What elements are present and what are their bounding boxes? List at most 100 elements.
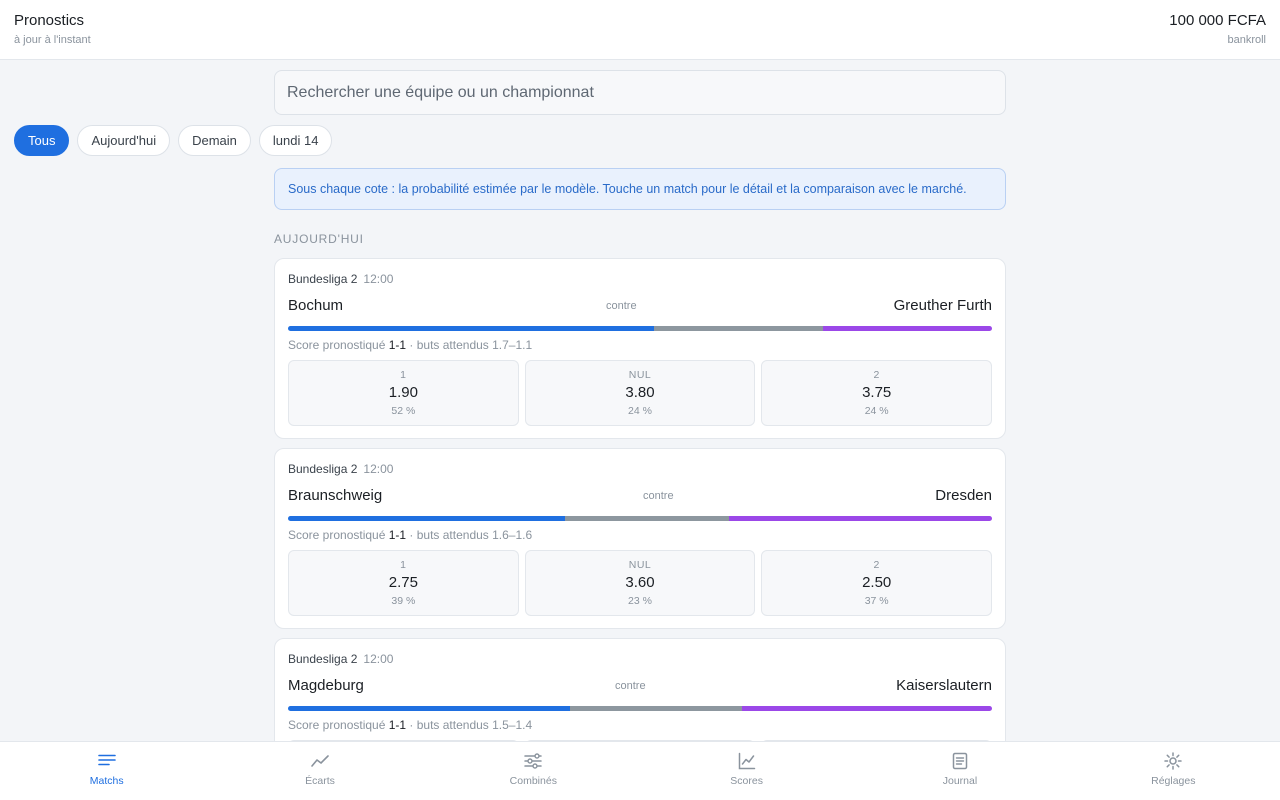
odds-away[interactable]: 2 3.75 24 % <box>761 360 993 426</box>
versus-label: contre <box>615 680 646 692</box>
nav-scores[interactable]: Scores <box>640 742 853 800</box>
probability-draw-segment <box>569 706 743 711</box>
search-input[interactable] <box>274 70 1006 115</box>
away-team: Dresden <box>935 487 992 504</box>
nav-combos[interactable]: Combinés <box>427 742 640 800</box>
odds-row: 1 2.75 39 % NUL 3.60 23 % 2 2.50 37 % <box>288 550 993 616</box>
chart-icon <box>738 752 755 770</box>
odds-label: 1 <box>400 559 407 571</box>
kickoff-time: 12:00 <box>363 272 394 286</box>
match-meta: Bundesliga 2 12:00 <box>288 272 393 286</box>
journal-icon <box>952 752 968 770</box>
away-team: Greuther Furth <box>893 297 992 314</box>
match-meta: Bundesliga 2 12:00 <box>288 652 393 666</box>
odds-label: NUL <box>628 559 652 571</box>
nav-label: Réglages <box>1151 775 1196 787</box>
predicted-score: 1-1 <box>388 528 407 542</box>
bankroll-label: bankroll <box>1227 34 1266 46</box>
odds-label: NUL <box>628 369 652 381</box>
matches-icon <box>97 754 116 766</box>
probability-away-segment <box>728 516 992 521</box>
filter-chip-monday[interactable]: lundi 14 <box>258 125 333 156</box>
odds-label: 2 <box>873 559 880 571</box>
odds-row: 1 1.90 52 % NUL 3.80 24 % 2 3.75 24 % <box>288 360 993 426</box>
probability-draw-segment <box>565 516 729 521</box>
predicted-score-line: Score pronostiqué 1-1 · buts attendus 1.… <box>288 338 532 352</box>
odds-probability: 52 % <box>391 405 416 417</box>
probability-bar <box>288 706 992 711</box>
probability-bar <box>288 516 992 521</box>
probability-away-segment <box>823 326 992 331</box>
odds-label: 2 <box>873 369 880 381</box>
filter-chip-all[interactable]: Tous <box>14 125 70 156</box>
prediction-prefix: Score pronostiqué <box>288 338 389 352</box>
settings-icon <box>1164 752 1183 770</box>
nav-label: Scores <box>730 775 763 787</box>
odds-probability: 24 % <box>628 405 652 417</box>
nav-label: Journal <box>942 775 978 787</box>
probability-bar <box>288 326 992 331</box>
prediction-prefix: Score pronostiqué <box>288 528 389 542</box>
odds-probability: 37 % <box>864 595 889 607</box>
section-label-today: AUJOURD'HUI <box>274 232 364 246</box>
odds-value: 1.90 <box>388 384 418 401</box>
odds-value: 2.75 <box>388 574 418 591</box>
trend-icon <box>311 755 329 767</box>
bottom-nav: Matchs Écarts Combinés Scores Journal Ré… <box>0 741 1280 800</box>
expected-goals: · buts attendus 1.5–1.4 <box>406 718 533 732</box>
bankroll-amount: 100 000 FCFA <box>1169 12 1266 29</box>
odds-draw[interactable]: NUL 3.80 24 % <box>524 360 756 426</box>
nav-label: Matchs <box>89 775 124 787</box>
nav-label: Écarts <box>305 775 335 787</box>
odds-value: 3.80 <box>625 384 655 401</box>
league-name: Bundesliga 2 <box>288 652 358 666</box>
app-title: Pronostics <box>14 12 85 29</box>
odds-value: 3.60 <box>625 574 655 591</box>
odds-away[interactable]: 2 2.50 37 % <box>761 550 993 616</box>
expected-goals: · buts attendus 1.7–1.1 <box>406 338 533 352</box>
predicted-score: 1-1 <box>388 338 407 352</box>
update-status: à jour à l'instant <box>14 34 91 46</box>
league-name: Bundesliga 2 <box>288 272 358 286</box>
predicted-score: 1-1 <box>388 718 407 732</box>
odds-draw[interactable]: NUL 3.60 23 % <box>524 550 756 616</box>
match-card[interactable]: Bundesliga 2 12:00 Braunschweig contre Dr… <box>274 448 1006 629</box>
versus-label: contre <box>606 300 637 312</box>
match-meta: Bundesliga 2 12:00 <box>288 462 393 476</box>
home-team: Magdeburg <box>288 677 364 694</box>
prediction-prefix: Score pronostiqué <box>288 718 389 732</box>
match-card[interactable]: Bundesliga 2 12:00 Magdeburg contre Kaise… <box>274 638 1006 741</box>
match-card[interactable]: Bundesliga 2 12:00 Bochum contre Greuther… <box>274 258 1006 439</box>
sliders-icon <box>524 753 543 769</box>
kickoff-time: 12:00 <box>363 462 394 476</box>
probability-home-segment <box>288 326 655 331</box>
versus-label: contre <box>643 490 674 502</box>
match-list-view[interactable]: Tous Aujourd'hui Demain lundi 14 Sous ch… <box>0 60 1280 741</box>
odds-label: 1 <box>400 369 407 381</box>
probability-draw-segment <box>654 326 824 331</box>
probability-away-segment <box>742 706 992 711</box>
odds-probability: 23 % <box>628 595 652 607</box>
kickoff-time: 12:00 <box>363 652 394 666</box>
predicted-score-line: Score pronostiqué 1-1 · buts attendus 1.… <box>288 528 532 542</box>
away-team: Kaiserslautern <box>896 677 992 694</box>
nav-gaps[interactable]: Écarts <box>213 742 426 800</box>
home-team: Braunschweig <box>288 487 383 504</box>
home-team: Bochum <box>288 297 344 314</box>
filter-chip-tomorrow[interactable]: Demain <box>178 125 251 156</box>
nav-settings[interactable]: Réglages <box>1067 742 1280 800</box>
odds-probability: 24 % <box>864 405 889 417</box>
odds-value: 2.50 <box>862 574 892 591</box>
nav-label: Combinés <box>509 775 557 787</box>
nav-matches[interactable]: Matchs <box>0 742 213 800</box>
odds-home[interactable]: 1 1.90 52 % <box>288 360 519 426</box>
filter-chip-today[interactable]: Aujourd'hui <box>77 125 171 156</box>
odds-probability: 39 % <box>391 595 416 607</box>
league-name: Bundesliga 2 <box>288 462 358 476</box>
predicted-score-line: Score pronostiqué 1-1 · buts attendus 1.… <box>288 718 532 732</box>
nav-journal[interactable]: Journal <box>853 742 1066 800</box>
date-filter-chips: Tous Aujourd'hui Demain lundi 14 <box>14 125 333 156</box>
odds-home[interactable]: 1 2.75 39 % <box>288 550 519 616</box>
probability-home-segment <box>288 706 570 711</box>
odds-value: 3.75 <box>862 384 892 401</box>
